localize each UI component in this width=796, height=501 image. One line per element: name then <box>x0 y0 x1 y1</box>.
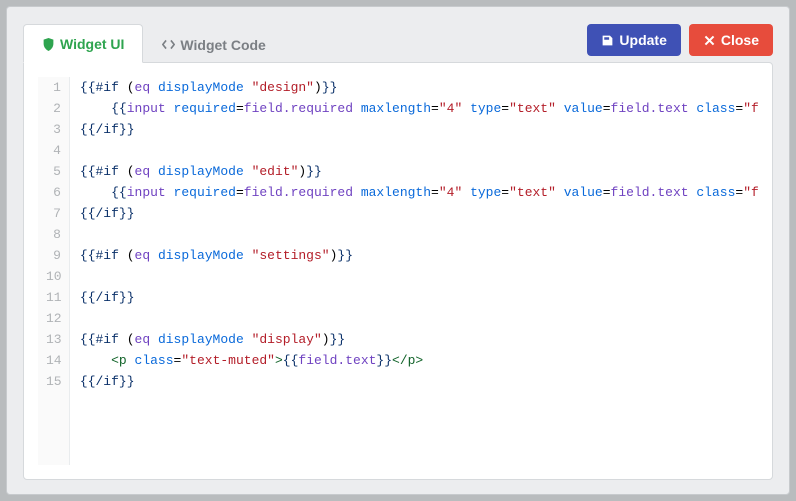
line-number: 9 <box>46 245 61 266</box>
code-line[interactable]: {{#if (eq displayMode "design")}} <box>80 77 748 98</box>
line-number: 6 <box>46 182 61 203</box>
line-number: 7 <box>46 203 61 224</box>
line-number: 1 <box>46 77 61 98</box>
widget-editor-panel: Widget UI Widget Code Update Close 12345… <box>6 6 790 495</box>
line-number: 2 <box>46 98 61 119</box>
code-line[interactable] <box>80 308 748 329</box>
code-icon <box>162 38 175 51</box>
button-label: Update <box>619 32 666 48</box>
tab-label: Widget UI <box>60 36 124 52</box>
button-label: Close <box>721 32 759 48</box>
line-number: 13 <box>46 329 61 350</box>
code-line[interactable]: {{#if (eq displayMode "display")}} <box>80 329 748 350</box>
tab-widget-ui[interactable]: Widget UI <box>23 24 143 63</box>
line-number: 14 <box>46 350 61 371</box>
code-line[interactable]: {{/if}} <box>80 287 748 308</box>
action-buttons: Update Close <box>587 24 773 62</box>
x-icon <box>703 34 716 47</box>
code-line[interactable]: {{input required=field.required maxlengt… <box>80 98 748 119</box>
tab-label: Widget Code <box>180 37 265 53</box>
shield-icon <box>42 38 55 51</box>
code-line[interactable]: {{/if}} <box>80 203 748 224</box>
code-line[interactable]: <p class="text-muted">{{field.text}}</p> <box>80 350 748 371</box>
code-line[interactable]: {{/if}} <box>80 371 748 392</box>
code-line[interactable]: {{input required=field.required maxlengt… <box>80 182 748 203</box>
code-line[interactable]: {{/if}} <box>80 119 748 140</box>
toolbar: Widget UI Widget Code Update Close <box>23 23 773 62</box>
code-editor[interactable]: 123456789101112131415 {{#if (eq displayM… <box>38 77 758 465</box>
code-line[interactable] <box>80 140 748 161</box>
tab-bar: Widget UI Widget Code <box>23 23 285 62</box>
code-line[interactable] <box>80 266 748 287</box>
code-line[interactable] <box>80 224 748 245</box>
line-number: 5 <box>46 161 61 182</box>
code-line[interactable]: {{#if (eq displayMode "settings")}} <box>80 245 748 266</box>
line-number: 12 <box>46 308 61 329</box>
line-number: 8 <box>46 224 61 245</box>
code-line[interactable]: {{#if (eq displayMode "edit")}} <box>80 161 748 182</box>
line-number: 3 <box>46 119 61 140</box>
line-number: 11 <box>46 287 61 308</box>
close-button[interactable]: Close <box>689 24 773 56</box>
line-number: 15 <box>46 371 61 392</box>
tab-widget-code[interactable]: Widget Code <box>143 24 284 63</box>
line-number-gutter: 123456789101112131415 <box>38 77 70 465</box>
code-content[interactable]: {{#if (eq displayMode "design")}} {{inpu… <box>70 77 758 465</box>
update-button[interactable]: Update <box>587 24 680 56</box>
save-icon <box>601 34 614 47</box>
line-number: 10 <box>46 266 61 287</box>
line-number: 4 <box>46 140 61 161</box>
editor-panel: 123456789101112131415 {{#if (eq displayM… <box>23 62 773 480</box>
